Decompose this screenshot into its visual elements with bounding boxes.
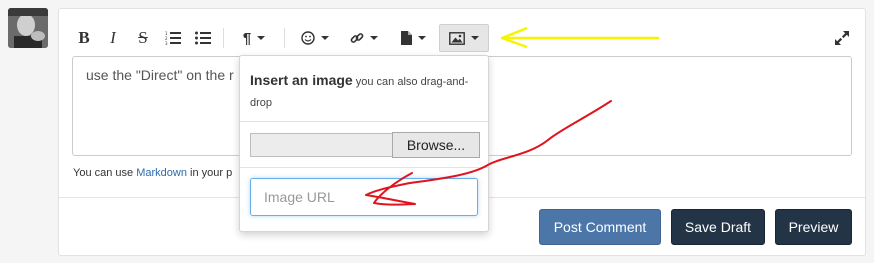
user-avatar [8,8,48,48]
image-url-input[interactable] [250,178,478,216]
svg-text:3: 3 [165,41,168,45]
help-suffix: in your p [190,167,233,179]
unordered-list-icon[interactable] [194,24,212,52]
paragraph-icon[interactable]: ¶ [235,24,273,52]
insert-image-heading: Insert an image you can also drag-and-dr… [250,70,475,114]
preview-button[interactable]: Preview [775,209,852,245]
file-icon[interactable] [394,24,432,52]
link-icon[interactable] [345,24,383,52]
bold-icon[interactable]: B [76,24,92,52]
image-icon[interactable] [439,24,489,52]
expand-icon[interactable] [834,30,850,51]
browse-button[interactable]: Browse... [392,132,480,158]
dropdown-divider [240,121,488,122]
help-prefix: You can use [73,167,134,179]
strikethrough-icon[interactable]: S [135,24,151,52]
file-name-field[interactable] [250,133,393,157]
ordered-list-icon[interactable]: 1 2 3 [164,24,182,52]
italic-icon[interactable]: I [106,24,120,52]
post-comment-button[interactable]: Post Comment [539,209,661,245]
markdown-link[interactable]: Markdown [136,167,187,179]
comment-text: use the "Direct" on the r [86,67,234,83]
emoji-icon[interactable] [296,24,334,52]
markdown-help: You can use Markdown in your p [73,167,232,179]
save-draft-button[interactable]: Save Draft [671,209,765,245]
insert-image-title: Insert an image [250,72,353,88]
toolbar-separator [223,28,224,48]
dropdown-divider [240,167,488,168]
toolbar-separator [284,28,285,48]
